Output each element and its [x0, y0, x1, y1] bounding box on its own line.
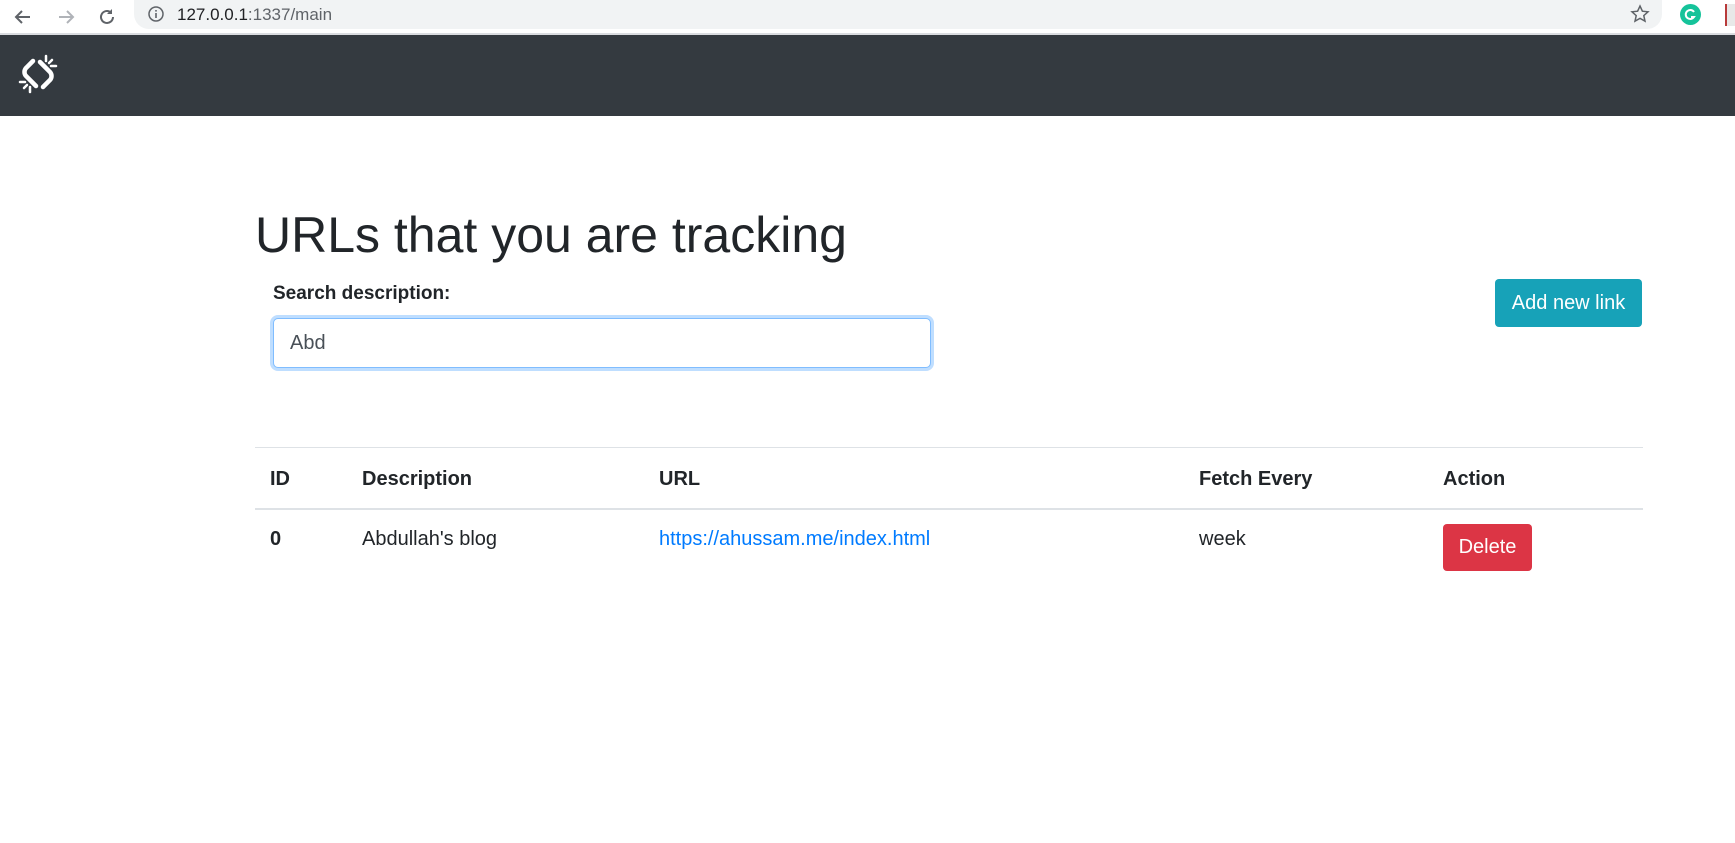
address-bar[interactable]: 127.0.0.1:1337/main: [134, 0, 1662, 29]
broken-link-icon[interactable]: [16, 52, 60, 96]
row-url-link[interactable]: https://ahussam.me/index.html: [659, 528, 930, 551]
column-header-url: URL: [659, 468, 701, 490]
pdf-extension-icon[interactable]: [1725, 4, 1735, 26]
column-header-action: Action: [1443, 468, 1506, 490]
app-navbar: [0, 35, 1735, 116]
row-fetch-every: week: [1199, 528, 1246, 550]
forward-icon[interactable]: [53, 4, 79, 30]
info-icon[interactable]: [148, 6, 164, 22]
column-header-description: Description: [362, 468, 473, 490]
page-title: URLs that you are tracking: [255, 207, 847, 263]
delete-button[interactable]: Delete: [1443, 524, 1532, 571]
row-id: 0: [270, 528, 282, 550]
back-icon[interactable]: [10, 4, 36, 30]
column-header-id: ID: [270, 468, 290, 490]
address-url: 127.0.0.1:1337/main: [177, 5, 332, 25]
column-header-fetch-every: Fetch Every: [1199, 468, 1313, 490]
table-row: 0 Abdullah's blog https://ahussam.me/ind…: [255, 510, 1643, 580]
browser-toolbar: 127.0.0.1:1337/main: [0, 0, 1735, 35]
url-host: 127.0.0.1: [177, 5, 248, 24]
url-path: :1337/main: [247, 5, 333, 24]
table-header-row: ID Description URL Fetch Every Action: [255, 447, 1643, 510]
row-description: Abdullah's blog: [362, 528, 498, 550]
star-icon[interactable]: [1630, 4, 1650, 24]
search-label: Search description:: [273, 283, 451, 304]
grammarly-icon[interactable]: [1680, 4, 1701, 25]
reload-icon[interactable]: [94, 4, 120, 30]
add-new-link-button[interactable]: Add new link: [1495, 279, 1642, 327]
search-input[interactable]: [273, 318, 931, 368]
